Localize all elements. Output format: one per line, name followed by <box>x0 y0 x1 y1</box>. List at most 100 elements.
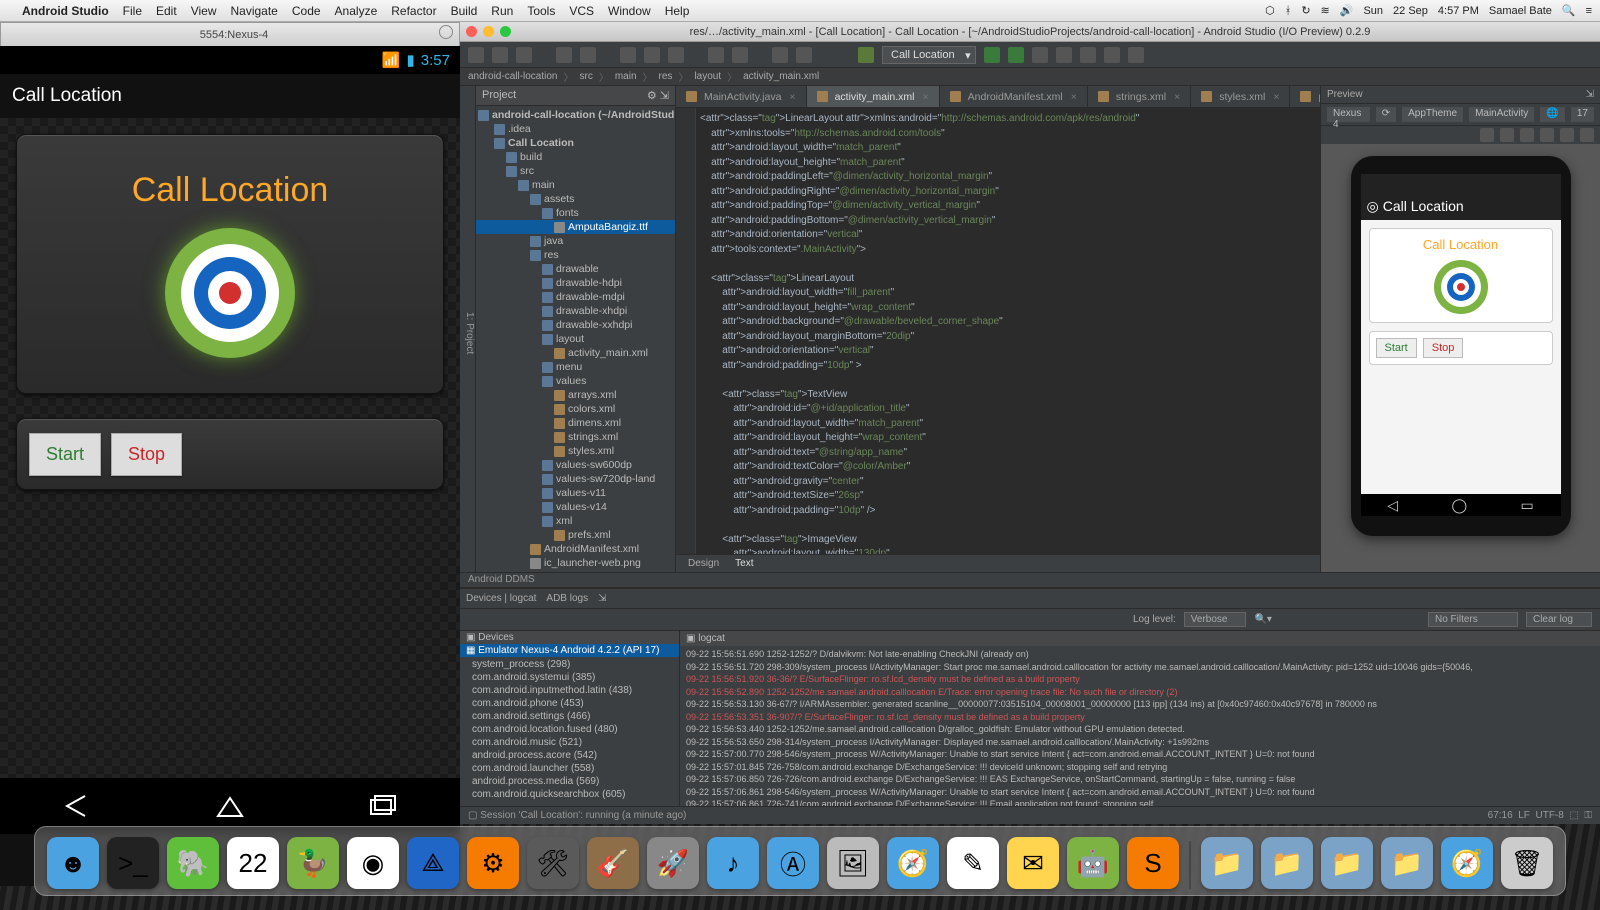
tree-node[interactable]: ic_launcher-web.png <box>476 556 675 570</box>
close-tab-icon[interactable]: × <box>1071 91 1077 103</box>
clear-log-button[interactable]: Clear log <box>1526 612 1592 627</box>
menu-window[interactable]: Window <box>608 4 651 18</box>
dock-finder[interactable]: ☻ <box>47 837 99 889</box>
tree-node[interactable]: java <box>476 234 675 248</box>
tree-node[interactable]: drawable-xhdpi <box>476 304 675 318</box>
menu-build[interactable]: Build <box>451 4 478 18</box>
dock-launchpad[interactable]: 🚀 <box>647 837 699 889</box>
dock-terminal[interactable]: >_ <box>107 837 159 889</box>
dock-jira[interactable]: ⟁ <box>407 837 459 889</box>
ddms-label[interactable]: Android DDMS <box>460 572 1600 588</box>
menu-file[interactable]: File <box>123 4 142 18</box>
tree-node[interactable]: layout <box>476 332 675 346</box>
dropbox-icon[interactable]: ⬡ <box>1265 4 1275 17</box>
preview-api[interactable]: 17 <box>1571 107 1594 122</box>
tree-node[interactable]: values-v11 <box>476 486 675 500</box>
app-menu[interactable]: Android Studio <box>22 4 109 18</box>
text-tab[interactable]: Text <box>735 558 753 569</box>
log-level-dropdown[interactable]: Verbose <box>1184 612 1247 627</box>
device-row-selected[interactable]: ▦ Emulator Nexus-4 Android 4.2.2 (API 17… <box>460 644 679 657</box>
sync-icon[interactable] <box>516 47 532 63</box>
pv-settings-icon[interactable] <box>1580 128 1594 142</box>
project-view-label[interactable]: Project <box>482 89 516 102</box>
process-row[interactable]: com.android.music (521) <box>466 736 673 749</box>
close-icon[interactable] <box>466 26 477 37</box>
zoom-out-icon[interactable] <box>1500 128 1514 142</box>
dock-preview[interactable]: 🖼 <box>827 837 879 889</box>
project-settings-icon[interactable]: ⚙ ⇲ <box>647 89 669 102</box>
home-icon[interactable] <box>208 792 252 820</box>
process-row[interactable]: com.android.quicksearchbox (605) <box>466 788 673 801</box>
close-tab-icon[interactable]: × <box>923 91 929 103</box>
dock-tools[interactable]: 🛠 <box>527 837 579 889</box>
design-tab[interactable]: Design <box>688 558 719 569</box>
devices-list[interactable]: ▣ Devices ▦ Emulator Nexus-4 Android 4.2… <box>460 631 680 806</box>
zoom-fit-icon[interactable] <box>1520 128 1534 142</box>
preview-activity[interactable]: MainActivity <box>1469 107 1534 122</box>
emulator-titlebar-button[interactable] <box>439 25 453 39</box>
stop-button[interactable]: Stop <box>111 433 182 476</box>
tree-node[interactable]: drawable-mdpi <box>476 290 675 304</box>
zoom-icon[interactable] <box>500 26 511 37</box>
android-status-bar[interactable]: 📶 ▮ 3:57 <box>0 46 460 74</box>
close-tab-icon[interactable]: × <box>1174 91 1180 103</box>
save-icon[interactable] <box>492 47 508 63</box>
process-row[interactable]: com.android.inputmethod.latin (438) <box>466 684 673 697</box>
code-editor[interactable]: <attr">class="tag">LinearLayout attr">xm… <box>676 108 1320 554</box>
paste-icon[interactable] <box>668 47 684 63</box>
dock-folder3[interactable]: 📁 <box>1321 837 1373 889</box>
refresh-icon[interactable] <box>1540 128 1554 142</box>
preview-locale-icon[interactable]: 🌐 <box>1540 107 1564 122</box>
open-icon[interactable] <box>468 47 484 63</box>
close-tab-icon[interactable]: × <box>789 91 795 103</box>
tree-node[interactable]: fonts <box>476 206 675 220</box>
process-row[interactable]: android.process.acore (542) <box>466 749 673 762</box>
tree-node[interactable]: assets <box>476 192 675 206</box>
tree-node[interactable]: .idea <box>476 122 675 136</box>
tree-node[interactable]: styles.xml <box>476 444 675 458</box>
dock-folder2[interactable]: 📁 <box>1261 837 1313 889</box>
dock-adium[interactable]: 🦆 <box>287 837 339 889</box>
dock-androidstudio[interactable]: 🤖 <box>1067 837 1119 889</box>
menu-refactor[interactable]: Refactor <box>391 4 436 18</box>
preview-device[interactable]: Nexus 4 <box>1327 107 1370 122</box>
tree-node[interactable]: drawable <box>476 262 675 276</box>
editor-tab[interactable]: AndroidManifest.xml× <box>940 86 1088 107</box>
preview-orient-icon[interactable]: ⟳ <box>1376 107 1396 122</box>
menu-run[interactable]: Run <box>491 4 513 18</box>
tree-node[interactable]: values-sw600dp <box>476 458 675 472</box>
copy-icon[interactable] <box>644 47 660 63</box>
process-row[interactable]: com.android.location.fused (480) <box>466 723 673 736</box>
process-row[interactable]: system_process (298) <box>466 658 673 671</box>
bc-0[interactable]: android-call-location <box>468 71 558 82</box>
process-row[interactable]: com.android.settings (466) <box>466 710 673 723</box>
dock-appstore[interactable]: Ⓐ <box>767 837 819 889</box>
start-button[interactable]: Start <box>29 433 101 476</box>
tree-node[interactable]: res <box>476 248 675 262</box>
screenshot-icon[interactable] <box>1560 128 1574 142</box>
dock-automator[interactable]: ⚙ <box>467 837 519 889</box>
dock-trash[interactable]: 🗑 <box>1501 837 1553 889</box>
zoom-in-icon[interactable] <box>1480 128 1494 142</box>
run-config-dropdown[interactable]: Call Location <box>882 46 976 64</box>
logcat-tab-adb[interactable]: ADB logs <box>546 593 588 604</box>
undo-icon[interactable] <box>556 47 572 63</box>
tree-node[interactable]: strings.xml <box>476 430 675 444</box>
avd-icon[interactable] <box>1032 47 1048 63</box>
tree-node[interactable]: Call Location <box>476 136 675 150</box>
tree-node[interactable]: activity_main.xml <box>476 346 675 360</box>
tree-node[interactable]: values-sw720dp-land <box>476 472 675 486</box>
menu-navigate[interactable]: Navigate <box>230 4 277 18</box>
run-icon[interactable] <box>984 47 1000 63</box>
replace-icon[interactable] <box>732 47 748 63</box>
menu-help[interactable]: Help <box>665 4 690 18</box>
logcat-output[interactable]: 09-22 15:56:51.690 1252-1252/? D/dalvikv… <box>680 646 1600 806</box>
preview-canvas[interactable]: ◎Call Location Call Location Start Stop <box>1321 144 1600 572</box>
tree-node[interactable]: arrays.xml <box>476 388 675 402</box>
process-row[interactable]: com.android.systemui (385) <box>466 671 673 684</box>
tree-node[interactable]: src <box>476 164 675 178</box>
menu-view[interactable]: View <box>191 4 217 18</box>
spotlight-icon[interactable]: 🔍 <box>1562 4 1576 17</box>
dock-safari[interactable]: 🧭 <box>887 837 939 889</box>
editor-tab[interactable]: MainActivity.java× <box>676 86 807 107</box>
